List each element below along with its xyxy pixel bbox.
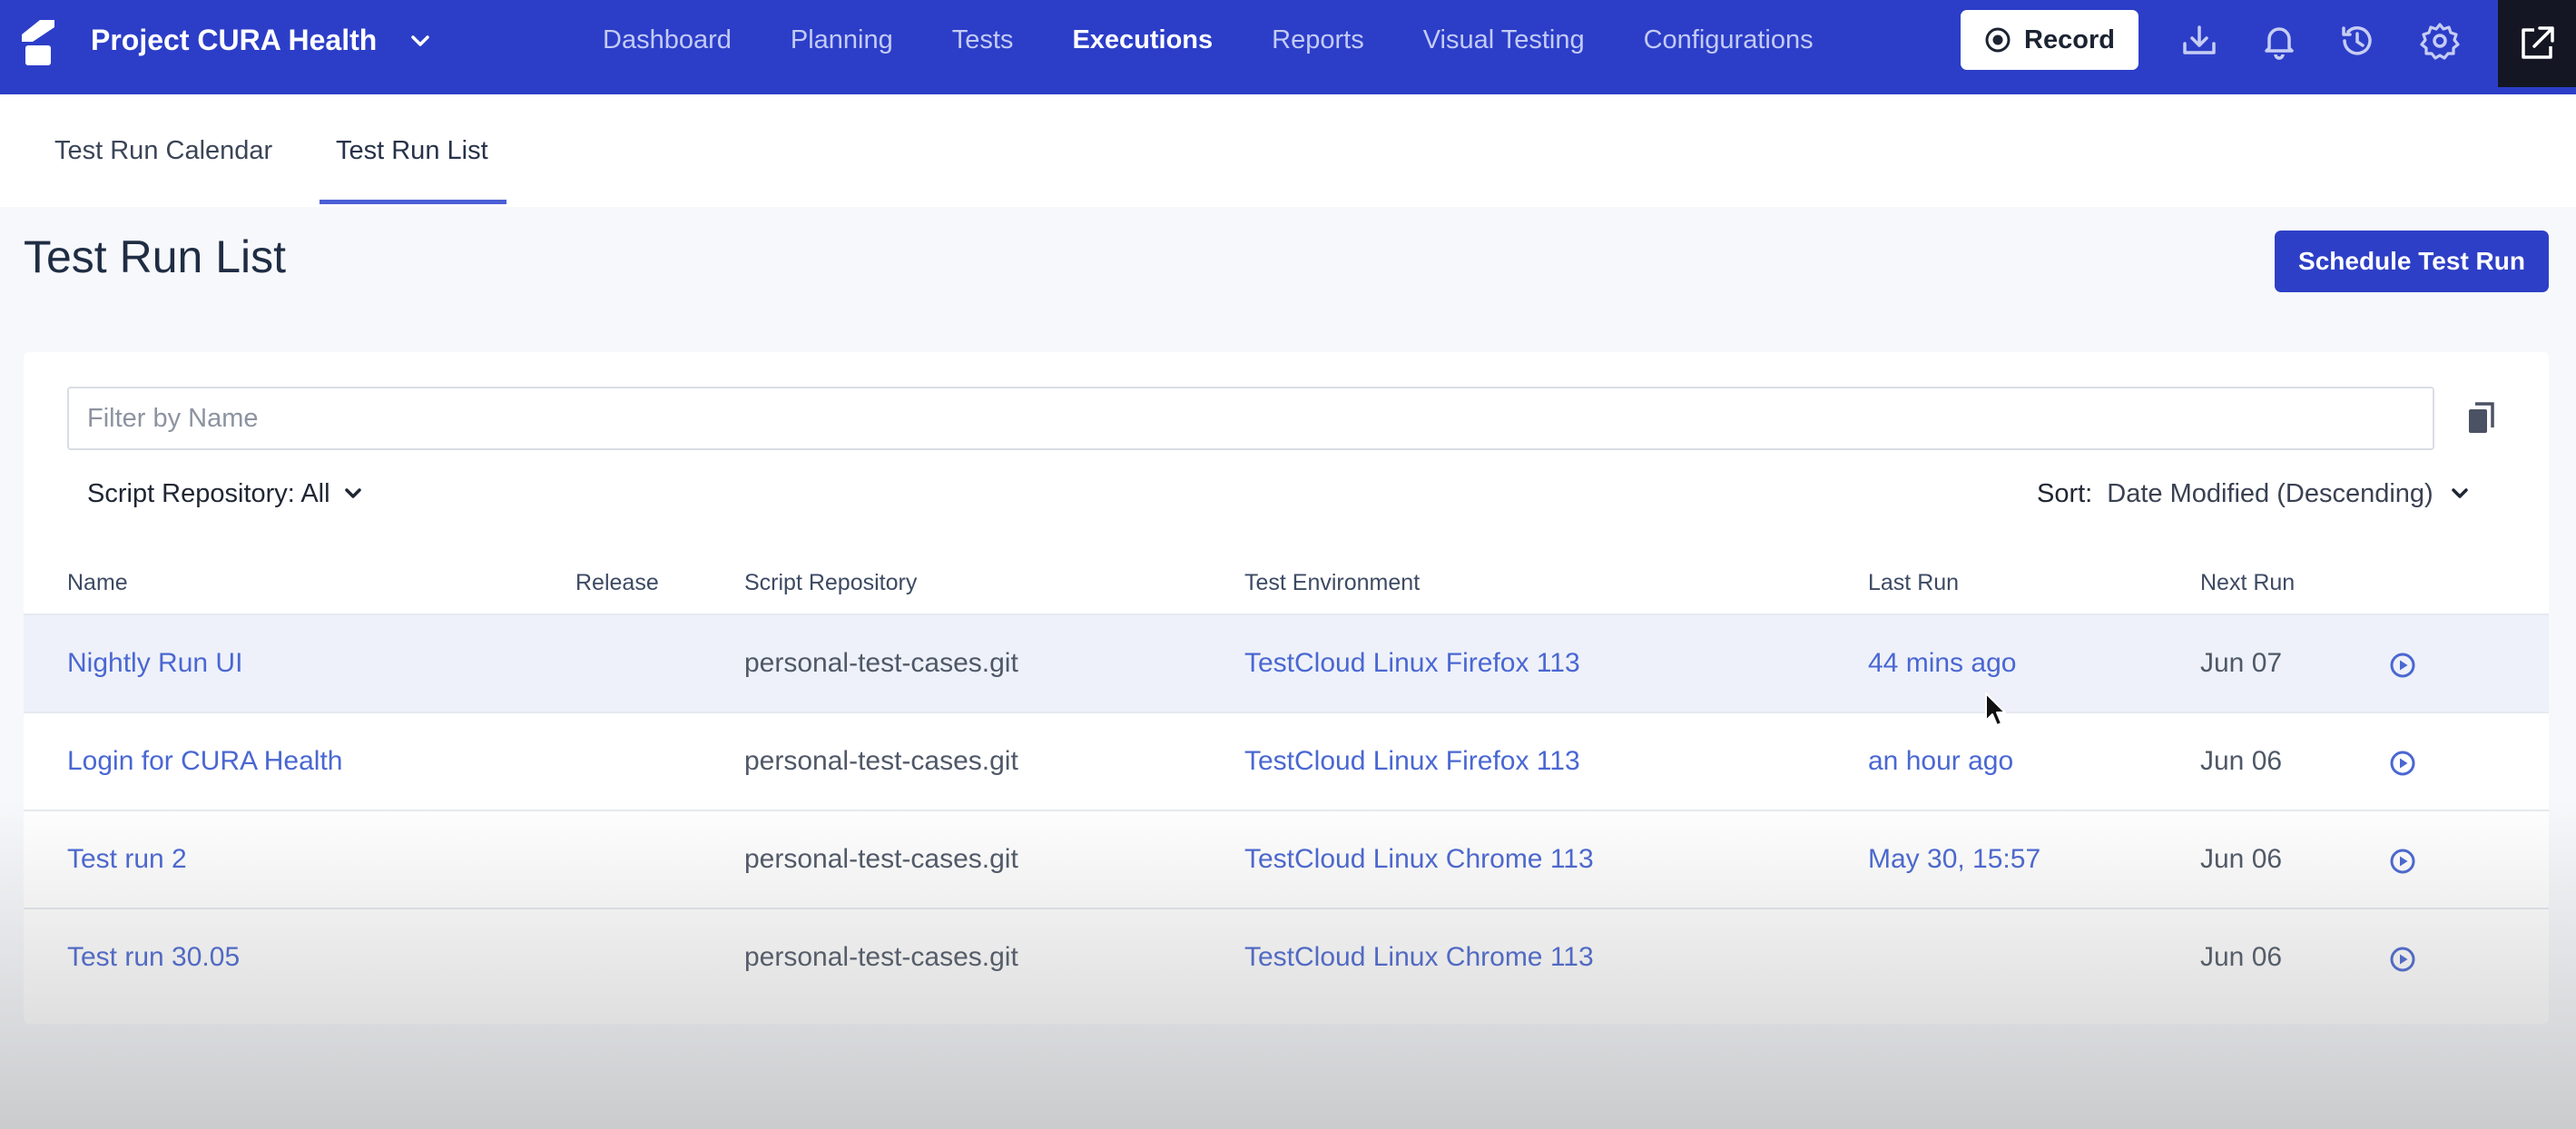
history-icon[interactable] [2336,20,2378,62]
filter-by-name-input[interactable] [67,387,2434,450]
table-row[interactable]: Test run 2 personal-test-cases.git TestC… [24,810,2549,908]
chevron-down-icon[interactable] [2448,482,2472,506]
open-external-button[interactable] [2498,0,2576,87]
page-title: Test Run List [24,231,287,282]
script-repository-cell: personal-test-cases.git [744,844,1018,874]
sort-label: Sort: [2037,479,2093,508]
nav-dashboard[interactable]: Dashboard [603,25,732,55]
brand-logo-icon[interactable] [22,20,54,65]
top-bar: Project CURA Health Dashboard Planning T… [0,0,2576,94]
chevron-down-icon [344,488,361,498]
main-nav: Dashboard Planning Tests Executions Repo… [603,0,1873,80]
schedule-test-run-button[interactable]: Schedule Test Run [2275,231,2549,292]
sort-dropdown[interactable]: Date Modified (Descending) [2107,468,2433,519]
column-header-script-repository[interactable]: Script Repository [744,570,917,596]
nav-tests[interactable]: Tests [952,25,1014,55]
record-icon [1985,27,2011,53]
next-run-cell: Jun 06 [2200,746,2283,776]
chevron-down-icon[interactable] [407,27,434,54]
record-button[interactable]: Record [1961,10,2138,70]
script-repository-cell: personal-test-cases.git [744,648,1018,678]
sort-control: Sort: Date Modified (Descending) [2037,468,2472,519]
column-header-test-environment[interactable]: Test Environment [1244,570,1420,596]
tab-test-run-list[interactable]: Test Run List [336,94,488,207]
column-header-release[interactable]: Release [575,570,659,596]
record-label: Record [2024,25,2115,54]
next-run-cell: Jun 07 [2200,648,2283,678]
test-environment-link[interactable]: TestCloud Linux Firefox 113 [1244,713,1580,810]
play-circle-icon[interactable] [2389,652,2416,679]
column-header-name[interactable]: Name [67,570,128,596]
last-run-link[interactable]: May 30, 15:57 [1868,811,2040,908]
project-name[interactable]: Project CURA Health [91,0,377,80]
script-repository-cell: personal-test-cases.git [744,942,1018,972]
test-run-name-link[interactable]: Test run 2 [67,811,187,908]
external-link-icon [2522,26,2554,59]
bell-icon[interactable] [2258,20,2300,62]
sub-tab-bar: Test Run Calendar Test Run List [0,94,2576,207]
column-header-last-run[interactable]: Last Run [1868,570,1959,596]
test-run-name-link[interactable]: Test run 30.05 [67,909,240,1006]
play-circle-icon[interactable] [2389,750,2416,777]
nav-planning[interactable]: Planning [791,25,893,55]
nav-reports[interactable]: Reports [1272,25,1364,55]
script-repository-filter-label: Script Repository: All [87,479,330,508]
table-row[interactable]: Nightly Run UI personal-test-cases.git T… [24,614,2549,712]
test-run-list-card: Script Repository: All Sort: Date Modifi… [24,352,2549,1024]
column-header-next-run[interactable]: Next Run [2200,570,2295,596]
nav-executions[interactable]: Executions [1072,25,1213,55]
download-icon[interactable] [2178,20,2220,62]
active-tab-indicator [320,200,506,204]
play-circle-icon[interactable] [2389,946,2416,973]
test-environment-link[interactable]: TestCloud Linux Firefox 113 [1244,615,1580,712]
mouse-cursor-icon [1985,692,2006,726]
script-repository-cell: personal-test-cases.git [744,746,1018,776]
test-run-name-link[interactable]: Nightly Run UI [67,615,242,712]
test-environment-link[interactable]: TestCloud Linux Chrome 113 [1244,909,1594,1006]
next-run-cell: Jun 06 [2200,844,2283,874]
nav-configurations[interactable]: Configurations [1644,25,1814,55]
copy-icon[interactable] [2465,401,2498,436]
next-run-cell: Jun 06 [2200,942,2283,972]
play-circle-icon[interactable] [2389,848,2416,875]
test-run-name-link[interactable]: Login for CURA Health [67,713,343,810]
gear-icon[interactable] [2419,20,2461,62]
script-repository-filter[interactable]: Script Repository: All [87,468,365,519]
tab-test-run-calendar[interactable]: Test Run Calendar [54,94,272,207]
nav-visual-testing[interactable]: Visual Testing [1423,25,1585,55]
table-row[interactable]: Test run 30.05 personal-test-cases.git T… [24,908,2549,1006]
table-row[interactable]: Login for CURA Health personal-test-case… [24,712,2549,810]
test-environment-link[interactable]: TestCloud Linux Chrome 113 [1244,811,1594,908]
